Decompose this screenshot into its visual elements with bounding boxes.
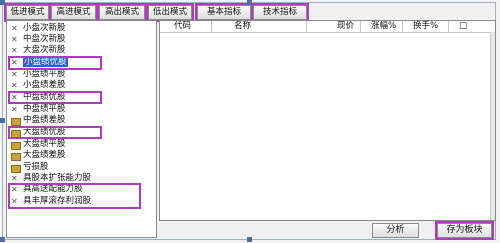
tree-item[interactable]: ✕ 小盘绩差股 bbox=[11, 80, 66, 91]
x-icon: ✕ bbox=[11, 70, 18, 79]
column-name[interactable]: 名称 bbox=[212, 21, 307, 32]
tree-item[interactable]: 大盘绩差股 bbox=[11, 150, 66, 161]
folder-icon bbox=[11, 153, 21, 161]
tree-item[interactable]: ✕ 中盘绩平股 bbox=[11, 104, 66, 115]
stock-result-table[interactable]: 代码 名称 现价 涨幅% 换手% □ bbox=[159, 20, 496, 221]
table-header: 代码 名称 现价 涨幅% 换手% □ bbox=[160, 21, 495, 33]
resize-handle bbox=[0, 0, 5, 5]
tab-basic-indicators[interactable]: 基本指标 bbox=[195, 3, 253, 22]
x-icon: ✕ bbox=[11, 24, 18, 33]
column-code[interactable]: 代码 bbox=[160, 21, 212, 32]
x-icon: ✕ bbox=[11, 35, 18, 44]
highlight-box bbox=[8, 56, 102, 70]
tree-item[interactable]: 亏损股 bbox=[11, 162, 49, 173]
tree-item[interactable]: ✕ 小盘次新股 bbox=[11, 23, 66, 34]
column-change-pct[interactable]: 涨幅% bbox=[361, 21, 403, 32]
tree-item[interactable]: ✕ 大盘次新股 bbox=[11, 45, 66, 56]
resize-handle bbox=[0, 237, 5, 242]
resize-handle bbox=[247, 0, 252, 5]
tree-item[interactable]: ✕ 中盘次新股 bbox=[11, 34, 66, 45]
folder-icon bbox=[11, 165, 21, 173]
tab-low-exit-mode[interactable]: 低出模式 bbox=[146, 3, 194, 22]
x-icon: ✕ bbox=[11, 81, 18, 90]
highlight-box bbox=[8, 91, 102, 104]
tree-item[interactable]: 大盘绩平股 bbox=[11, 139, 66, 150]
save-as-block-button[interactable]: 存为板块 bbox=[435, 221, 494, 240]
tab-technical-indicators[interactable]: 技术指标 bbox=[251, 3, 309, 22]
tree-item[interactable]: ✕ 小盘绩平股 bbox=[11, 69, 66, 80]
x-icon: ✕ bbox=[11, 105, 18, 114]
stock-category-tree[interactable]: ✕ 小盘次新股 ✕ 中盘次新股 ✕ 大盘次新股 ✕ 小盘绩优股 ✕ 小盘绩平股 ✕ 小盘绩差… bbox=[6, 20, 157, 238]
vertical-scrollbar[interactable] bbox=[490, 32, 495, 220]
dialog-frame: 低进模式 高进模式 高出模式 低出模式 基本指标 技术指标 ✕ 小盘次新股 ✕ 中盘… bbox=[2, 2, 496, 240]
tab-high-entry-mode[interactable]: 高进模式 bbox=[49, 3, 98, 22]
analyze-button[interactable]: 分析 bbox=[372, 223, 419, 238]
highlight-box bbox=[8, 183, 141, 209]
tab-high-exit-mode[interactable]: 高出模式 bbox=[97, 3, 147, 22]
highlight-box bbox=[8, 126, 102, 139]
folder-icon bbox=[11, 118, 21, 126]
tab-low-entry-mode[interactable]: 低进模式 bbox=[4, 3, 51, 22]
folder-icon bbox=[11, 142, 21, 150]
x-icon: ✕ bbox=[11, 46, 18, 55]
tree-item[interactable]: 中盘绩差股 bbox=[11, 115, 66, 126]
column-extra[interactable]: □ bbox=[449, 21, 493, 32]
column-price[interactable]: 现价 bbox=[307, 21, 361, 32]
column-turnover-pct[interactable]: 换手% bbox=[403, 21, 449, 32]
x-icon: ✕ bbox=[11, 174, 18, 183]
resize-handle bbox=[247, 237, 252, 242]
resize-handle bbox=[0, 118, 5, 123]
